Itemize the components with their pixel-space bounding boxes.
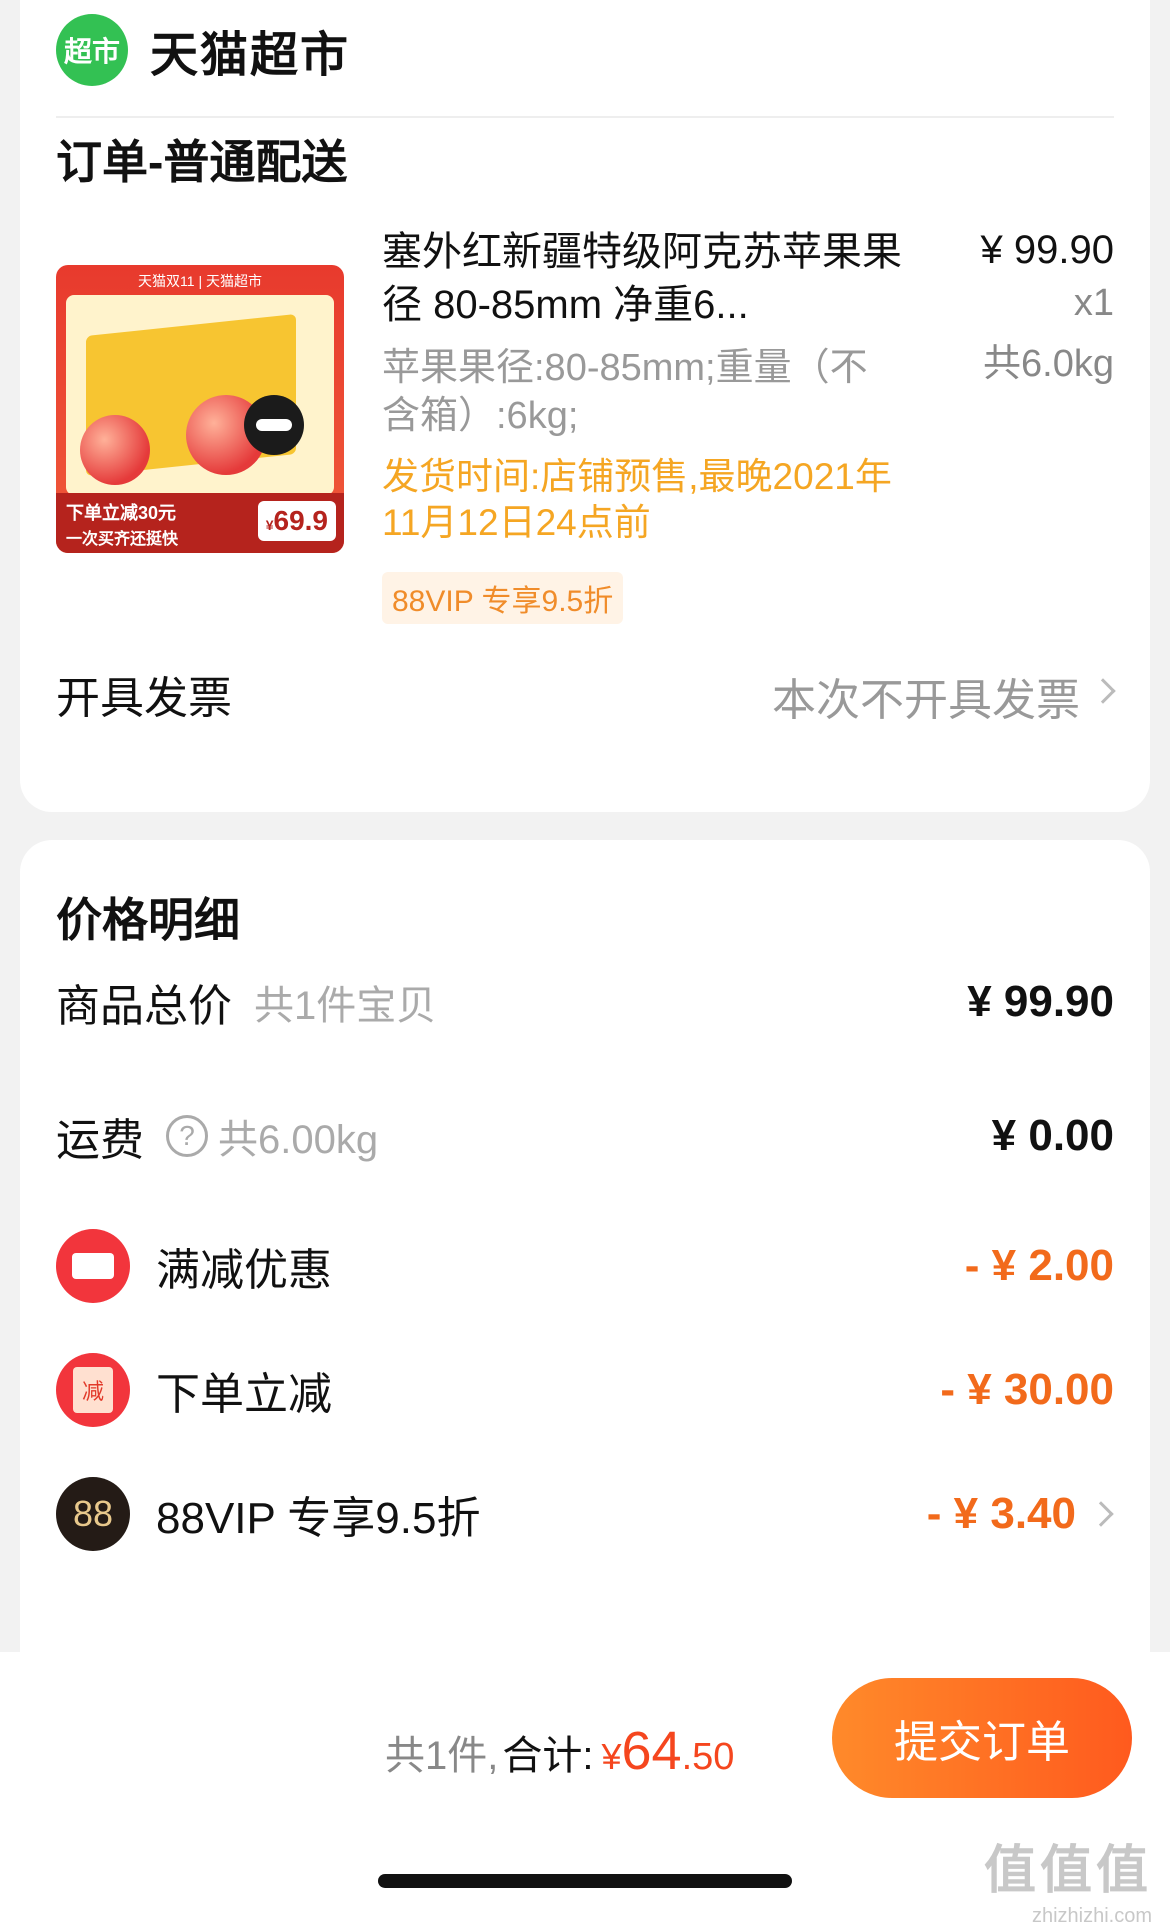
divider [56,116,1114,118]
home-indicator[interactable] [378,1874,792,1888]
thumb-top-text: 天猫双11 | 天猫超市 [138,273,262,289]
row-goods-total: 商品总价 共1件宝贝 ¥ 99.90 [56,962,1114,1042]
row-amount: - ¥ 30.00 [940,1365,1114,1414]
product-price: ¥ 99.90 [980,228,1114,272]
total-integer: 64 [621,1721,682,1781]
shop-name: 天猫超市 [150,29,351,82]
thumb-price: ¥69.9 [257,501,336,541]
reduction-icon: 减 [56,1353,130,1427]
thumb-promo-line2: 一次买齐还挺快 [66,531,179,548]
row-sub: 共6.00kg [218,1118,379,1162]
total-label: 合计: [502,1734,594,1778]
row-order-reduction: 减 下单立减 - ¥ 30.00 [56,1350,1114,1430]
row-label: 运费 [56,1116,144,1165]
submit-order-button[interactable]: 提交订单 [832,1678,1132,1798]
vip-discount-tag: 88VIP 专享9.5折 [382,572,624,624]
chevron-right-icon[interactable] [1090,678,1116,704]
thumb-promo-bar: 下单立减30元 一次买齐还挺快 ¥69.9 [56,493,344,553]
product-thumbnail[interactable]: 天猫双11 | 天猫超市 下单立减30元 一次买齐还挺快 ¥69.9 [56,265,344,553]
checkout-bar: 共1件, 合计: ¥ 64 .50 提交订单 值值值 zhizhizhi.com [0,1652,1170,1922]
invoice-value[interactable]: 本次不开具发票 [772,664,1080,728]
order-card: 超市 天猫超市 订单-普通配送 天猫双11 | 天猫超市 下单立减30元 一次买… [20,0,1150,812]
shop-header[interactable]: 超市 天猫超市 [56,10,350,90]
product-title[interactable]: 塞外红新疆特级阿克苏苹果果径 80-85mm 净重6... [382,226,922,332]
row-label: 商品总价 [56,982,232,1031]
thumb-scene [66,295,334,495]
row-sub: 共1件宝贝 [254,984,437,1028]
row-label: 下单立减 [156,1370,332,1419]
product-quantity: x1 [1073,282,1114,324]
total-currency: ¥ [601,1736,622,1777]
price-detail-title: 价格明细 [56,894,240,946]
row-amount: ¥ 0.00 [991,1111,1114,1160]
row-amount: ¥ 99.90 [967,977,1114,1026]
product-weight: 共6.0kg [983,343,1114,385]
vip88-icon: 88 [56,1477,130,1551]
tmall-cat-icon [244,395,304,455]
shop-badge-icon: 超市 [56,14,128,86]
row-vip-discount[interactable]: 88 88VIP 专享9.5折 - ¥ 3.40 [56,1474,1114,1554]
row-shipping: 运费 ? 共6.00kg ¥ 0.00 [56,1096,1114,1176]
apple-graphic [80,415,150,485]
question-icon[interactable]: ? [166,1115,208,1157]
total-summary: 共1件, 合计: ¥ 64 .50 [385,1720,734,1782]
chevron-right-icon[interactable] [1088,1501,1114,1527]
shipping-time: 发货时间:店铺预售,最晚2021年11月12日24点前 [382,456,892,543]
row-label: 满减优惠 [156,1246,332,1295]
item-count: 共1件, [385,1734,499,1778]
row-amount: - ¥ 3.40 [926,1489,1076,1538]
watermark: 值值值 zhizhizhi.com [983,1842,1152,1922]
row-label: 88VIP 专享9.5折 [156,1494,481,1543]
order-section-title: 订单-普通配送 [56,136,348,188]
coupon-icon [56,1229,130,1303]
total-decimal: .50 [681,1736,735,1778]
row-full-reduction: 满减优惠 - ¥ 2.00 [56,1226,1114,1306]
thumb-promo-line1: 下单立减30元 [66,503,177,523]
product-spec: 苹果果径:80-85mm;重量（不含箱）:6kg; [382,347,868,437]
invoice-label[interactable]: 开具发票 [56,662,232,726]
row-amount: - ¥ 2.00 [964,1241,1114,1290]
